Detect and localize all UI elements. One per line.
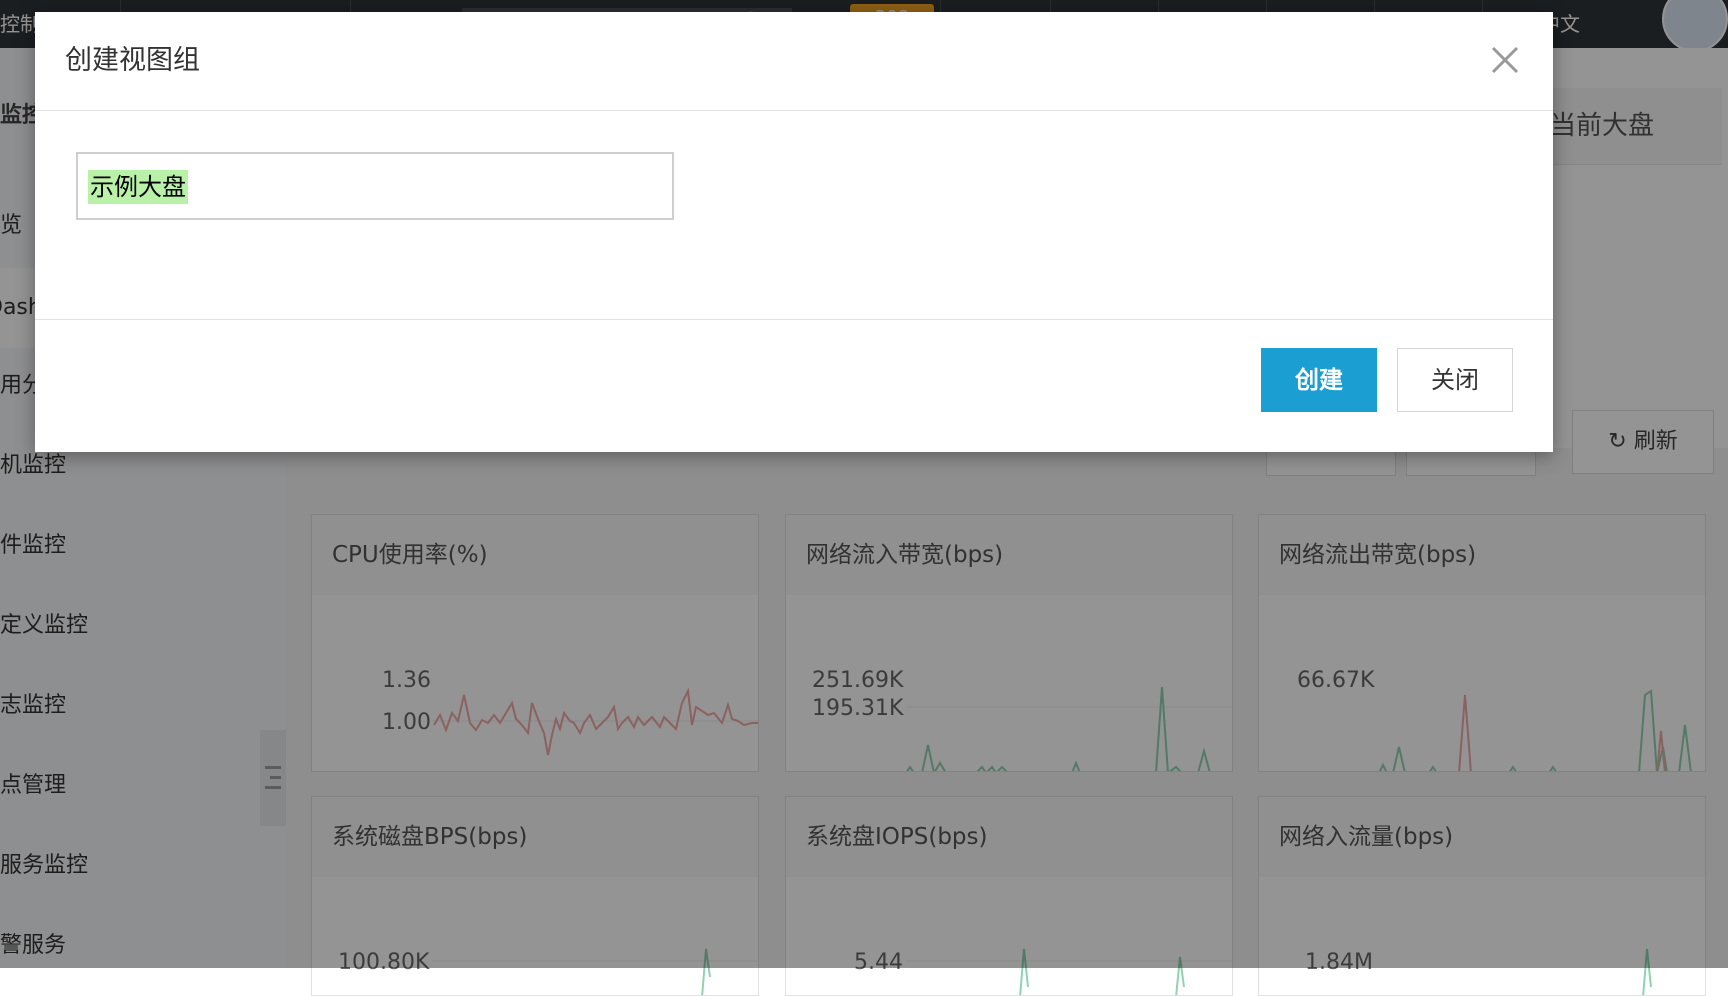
dialog-title: 创建视图组 <box>65 45 200 76</box>
dialog-header: 创建视图组 <box>35 12 1553 111</box>
close-icon[interactable] <box>1485 40 1525 80</box>
close-button[interactable]: 关闭 <box>1397 348 1513 412</box>
create-view-group-dialog: 创建视图组 示例大盘 创建 关闭 <box>35 12 1553 452</box>
create-button[interactable]: 创建 <box>1261 348 1377 412</box>
view-group-name-selected-text: 示例大盘 <box>88 170 188 204</box>
